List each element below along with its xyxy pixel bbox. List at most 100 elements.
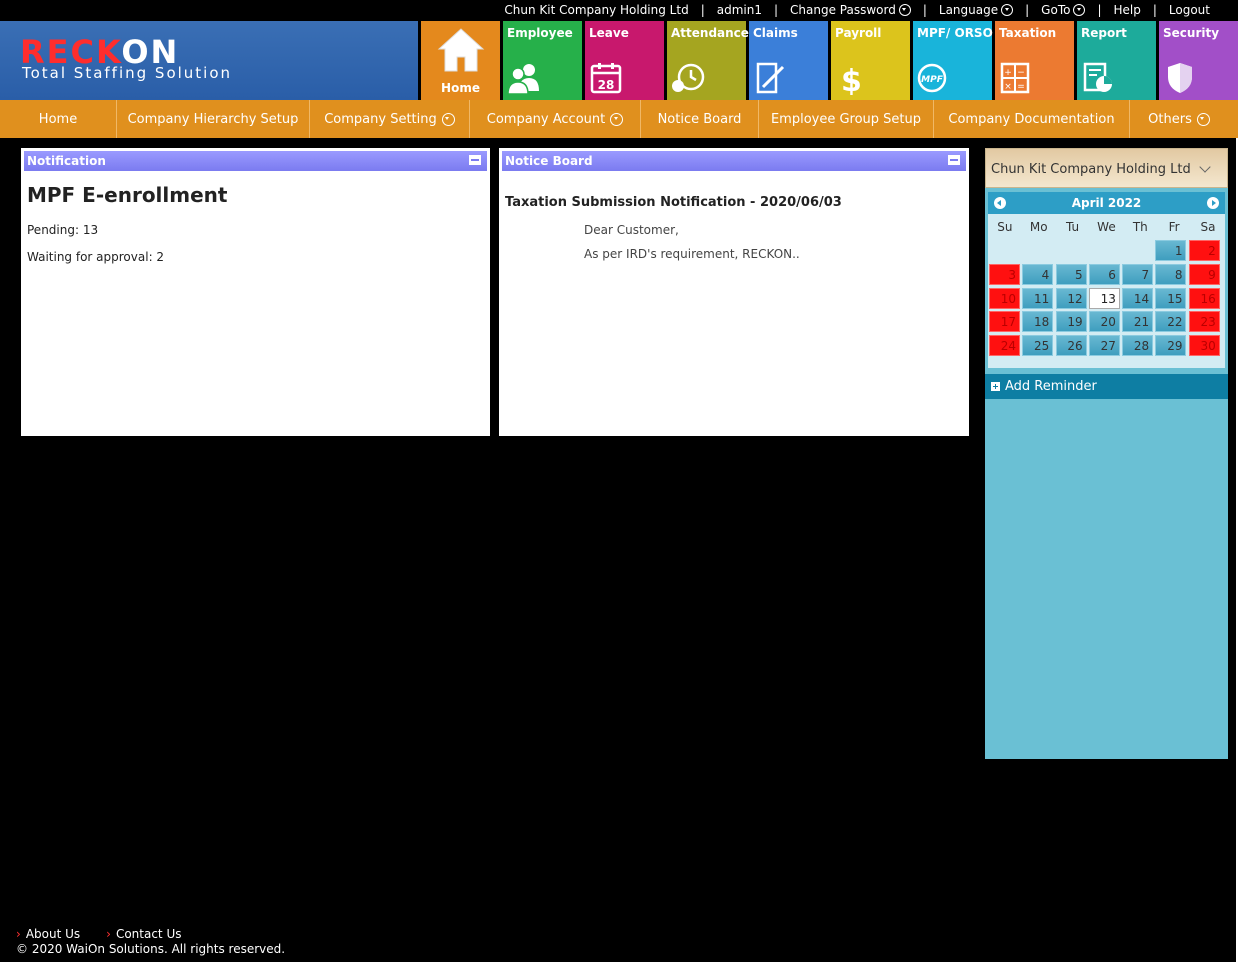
module-mpf-orso-tile[interactable]: MPF/ ORSO MPF <box>913 21 993 100</box>
calendar-day[interactable]: 4 <box>1022 263 1054 285</box>
calendar-day[interactable]: 2 <box>1188 240 1220 261</box>
nav-others-label: Others <box>1148 111 1192 127</box>
nav-others[interactable]: Others <box>1130 100 1228 138</box>
dropdown-arrow-icon <box>1001 4 1014 16</box>
module-employee-tile[interactable]: Employee <box>503 21 582 100</box>
calendar-day[interactable]: 17 <box>989 311 1020 333</box>
nav-notice-board[interactable]: Notice Board <box>641 100 759 138</box>
calendar-empty-cell <box>1089 240 1120 261</box>
weekday-label: Tu <box>1066 220 1080 234</box>
module-home-tile[interactable]: Home <box>421 21 500 100</box>
calendar-day[interactable]: 11 <box>1022 287 1054 309</box>
calendar-day[interactable]: 20 <box>1088 311 1120 333</box>
calendar-day[interactable]: 21 <box>1122 311 1154 333</box>
calendar-day[interactable]: 19 <box>1055 311 1087 333</box>
minimize-icon[interactable] <box>948 155 960 165</box>
copyright: © 2020 WaiOn Solutions. All rights reser… <box>16 942 286 956</box>
separator: | <box>773 3 779 17</box>
mpf-icon-text: MPF <box>921 75 944 85</box>
calendar-day[interactable]: 3 <box>989 263 1020 285</box>
calendar-day[interactable]: 29 <box>1155 335 1187 357</box>
nav-company-account[interactable]: Company Account <box>470 100 641 138</box>
calendar-day[interactable]: 24 <box>989 335 1020 357</box>
add-reminder-button[interactable]: Add Reminder <box>985 374 1228 399</box>
language-menu[interactable]: Language <box>939 3 1014 17</box>
notice-greeting: Dear Customer, <box>584 223 679 237</box>
module-security-tile[interactable]: Security <box>1159 21 1238 100</box>
svg-text:+: + <box>1004 68 1012 78</box>
calendar-day-today[interactable]: 13 <box>1088 287 1120 309</box>
nav-employee-group-setup[interactable]: Employee Group Setup <box>759 100 934 138</box>
nav-company-hierarchy-setup[interactable]: Company Hierarchy Setup <box>117 100 310 138</box>
next-month-icon[interactable] <box>1207 197 1219 209</box>
calendar-day[interactable]: 10 <box>989 287 1020 309</box>
calendar-day[interactable]: 16 <box>1188 287 1220 309</box>
calendar-day[interactable]: 7 <box>1122 263 1154 285</box>
goto-menu[interactable]: GoTo <box>1041 3 1086 17</box>
calendar-grid: 1 2 3 4 5 6 7 8 9 10 11 12 13 14 15 16 17 18 19 20 21 22 23 24 2… <box>988 240 1225 357</box>
calendar-day[interactable]: 8 <box>1155 263 1187 285</box>
calendar-day[interactable]: 6 <box>1088 263 1120 285</box>
change-password-menu[interactable]: Change Password <box>790 3 911 17</box>
calendar-day[interactable]: 27 <box>1088 335 1120 357</box>
notice-excerpt: As per IRD's requirement, RECKON.. <box>584 247 800 261</box>
module-security-label: Security <box>1163 26 1220 40</box>
contact-us-link[interactable]: Contact Us <box>106 927 182 941</box>
module-report-tile[interactable]: Report <box>1077 21 1156 100</box>
mpf-enrollment-link[interactable]: MPF E-enrollment <box>27 183 227 207</box>
calendar-day[interactable]: 9 <box>1188 263 1220 285</box>
module-report-label: Report <box>1081 26 1127 40</box>
calendar-day[interactable]: 14 <box>1122 287 1154 309</box>
username-link[interactable]: admin1 <box>717 3 762 17</box>
calendar-day[interactable]: 5 <box>1055 263 1087 285</box>
nav-company-setting[interactable]: Company Setting <box>310 100 470 138</box>
weekday-label: Fr <box>1168 220 1180 234</box>
module-taxation-tile[interactable]: Taxation + − × = <box>995 21 1074 100</box>
nav-company-documentation[interactable]: Company Documentation <box>934 100 1130 138</box>
calendar-day[interactable]: 22 <box>1155 311 1187 333</box>
help-link[interactable]: Help <box>1114 3 1141 17</box>
calendar-day[interactable]: 18 <box>1022 311 1054 333</box>
calendar-day[interactable]: 23 <box>1188 311 1220 333</box>
module-payroll-tile[interactable]: Payroll $ <box>831 21 910 100</box>
calendar-day[interactable]: 15 <box>1155 287 1187 309</box>
dollar-icon: $ <box>841 64 862 95</box>
prev-month-icon[interactable] <box>994 197 1006 209</box>
nav-company-hierarchy-setup-label: Company Hierarchy Setup <box>127 111 299 127</box>
calendar-day[interactable]: 26 <box>1055 335 1087 357</box>
calendar-header: April 2022 <box>988 192 1225 214</box>
separator: | <box>1152 3 1157 17</box>
calendar-day[interactable]: 30 <box>1188 335 1220 357</box>
pending-count[interactable]: Pending: 13 <box>27 223 98 237</box>
minimize-icon[interactable] <box>469 155 481 165</box>
calendar-empty-cell <box>1056 240 1087 261</box>
calendar-month-label: April 2022 <box>1071 196 1142 210</box>
nav-employee-group-setup-label: Employee Group Setup <box>770 111 922 127</box>
module-home-label: Home <box>441 81 480 95</box>
module-tiles: Home Employee Leave 28 Attendance Claims… <box>421 21 1238 100</box>
nav-home[interactable]: Home <box>0 100 117 138</box>
utility-bar: Chun Kit Company Holding Ltd | admin1 | … <box>0 0 1238 21</box>
calendar-day[interactable]: 25 <box>1022 335 1054 357</box>
calendar-day[interactable]: 28 <box>1122 335 1154 357</box>
about-us-link[interactable]: About Us <box>16 927 80 941</box>
header: RECKON Total Staffing Solution Home Empl… <box>0 21 1238 100</box>
separator: | <box>1025 3 1030 17</box>
company-select[interactable]: Chun Kit Company Holding Ltd <box>985 148 1228 188</box>
module-attendance-tile[interactable]: Attendance <box>667 21 749 100</box>
logout-link[interactable]: Logout <box>1169 3 1210 17</box>
logo[interactable]: RECKON Total Staffing Solution <box>0 21 418 100</box>
nav-company-setting-label: Company Setting <box>324 111 437 127</box>
module-leave-tile[interactable]: Leave 28 <box>585 21 664 100</box>
svg-text:−: − <box>1017 68 1025 78</box>
footer-links: About Us Contact Us <box>16 927 285 941</box>
right-sidebar: Chun Kit Company Holding Ltd April 2022 … <box>985 148 1228 759</box>
notification-panel: Notification MPF E-enrollment Pending: 1… <box>21 148 490 436</box>
waiting-approval-count[interactable]: Waiting for approval: 2 <box>27 250 164 264</box>
notice-title-link[interactable]: Taxation Submission Notification - 2020/… <box>505 195 842 210</box>
calendar-day[interactable]: 12 <box>1055 287 1087 309</box>
module-claims-tile[interactable]: Claims <box>749 21 828 100</box>
calendar-day[interactable]: 1 <box>1155 240 1187 261</box>
module-leave-label: Leave <box>589 26 629 40</box>
company-name-link[interactable]: Chun Kit Company Holding Ltd <box>504 3 688 17</box>
